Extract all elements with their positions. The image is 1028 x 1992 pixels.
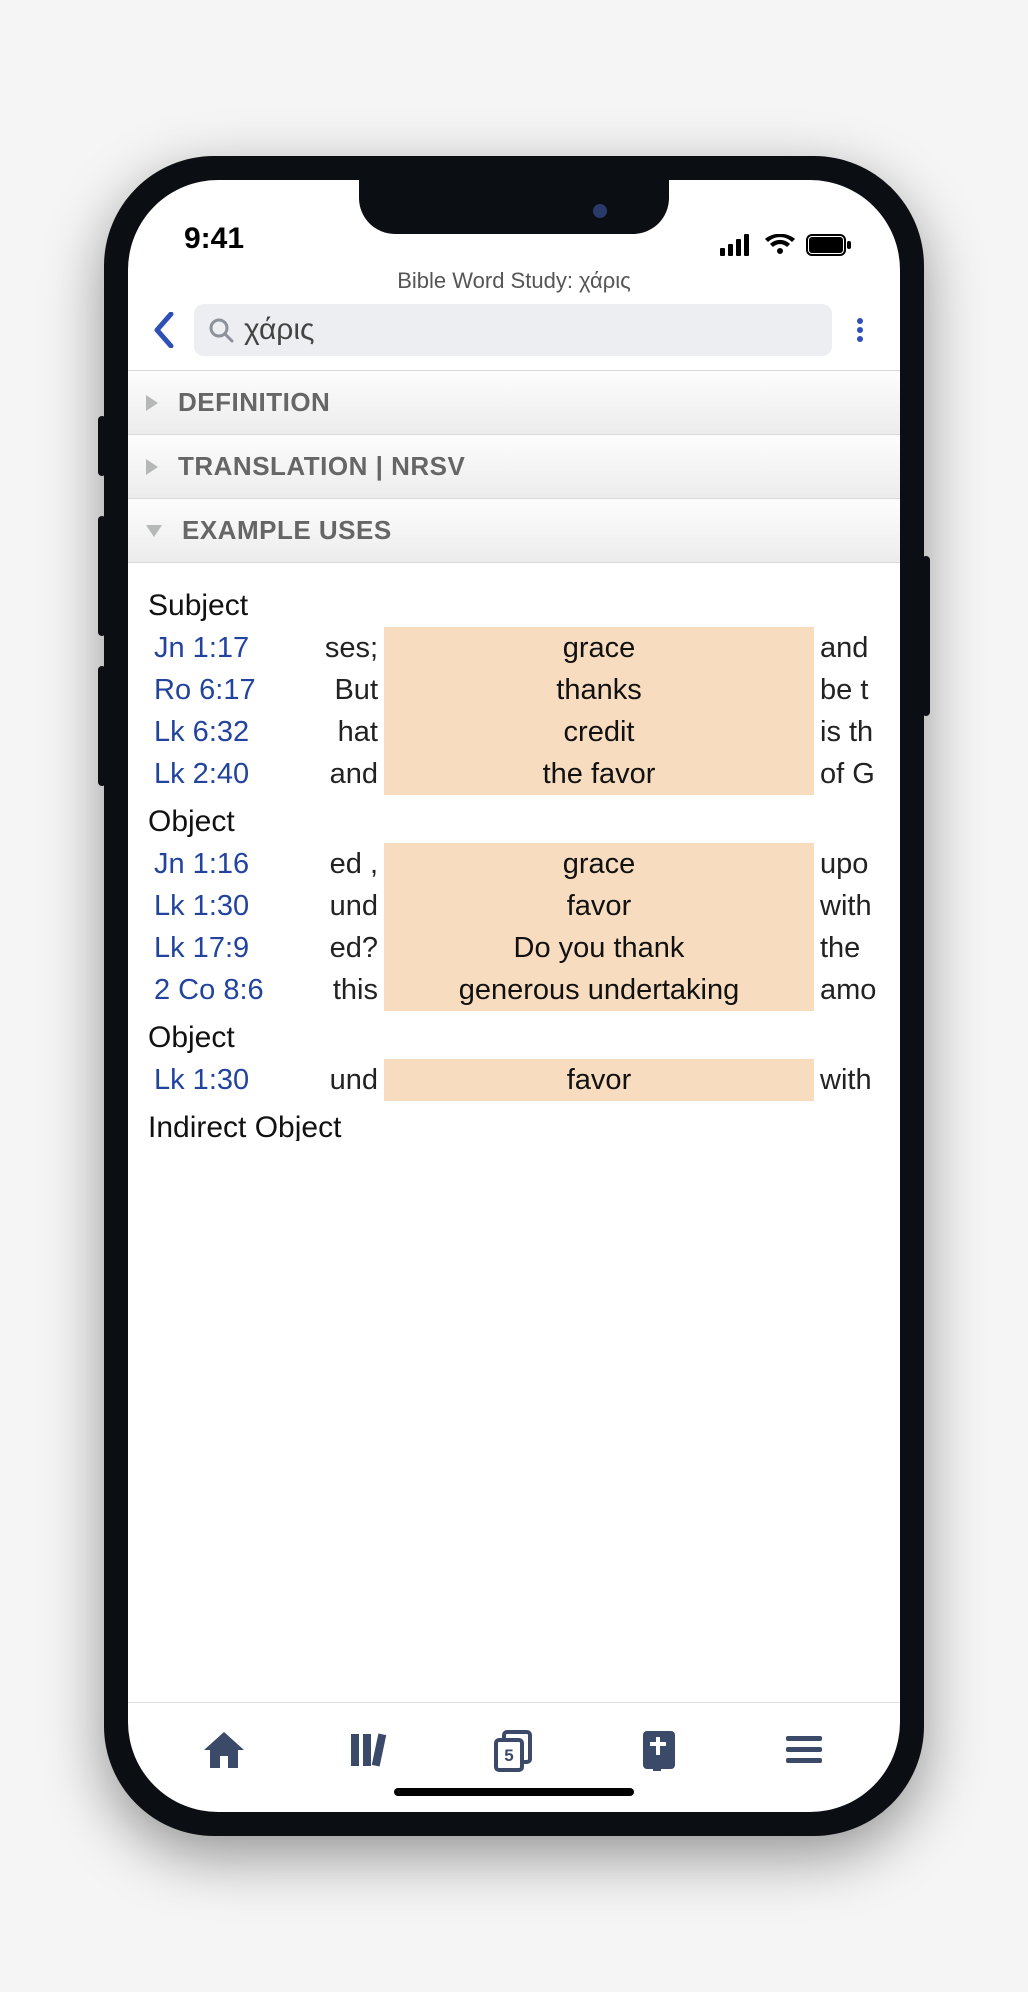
search-input[interactable]: χάρις <box>194 304 832 356</box>
search-icon <box>208 317 234 343</box>
more-button[interactable] <box>840 308 880 352</box>
verse-reference[interactable]: Lk 2:40 <box>144 753 294 795</box>
more-vertical-icon <box>857 315 863 345</box>
menu-icon <box>784 1734 824 1766</box>
chevron-left-icon <box>151 312 177 348</box>
status-time: 9:41 <box>184 222 244 256</box>
example-uses-content: SubjectJn 1:17ses;graceandRo 6:17Butthan… <box>128 563 900 1141</box>
verse-row: Lk 2:40andthe favorof G <box>144 753 884 795</box>
context-before: ed? <box>294 927 384 969</box>
section-translation[interactable]: TRANSLATION | NRSV <box>128 434 900 499</box>
verse-reference[interactable]: Ro 6:17 <box>144 669 294 711</box>
chevron-down-icon <box>146 525 162 537</box>
verse-reference[interactable]: 2 Co 8:6 <box>144 969 294 1011</box>
context-after: with <box>814 885 884 927</box>
verse-reference[interactable]: Lk 1:30 <box>144 885 294 927</box>
context-after: upo <box>814 843 884 885</box>
section-example-uses[interactable]: EXAMPLE USES <box>128 498 900 563</box>
highlighted-term: favor <box>384 1059 814 1101</box>
context-after: the <box>814 927 884 969</box>
chevron-right-icon <box>146 395 158 411</box>
nav-home[interactable] <box>196 1722 252 1778</box>
verse-row: 2 Co 8:6thisgenerous undertakingamo <box>144 969 884 1011</box>
nav-library[interactable] <box>341 1722 397 1778</box>
verse-reference[interactable]: Jn 1:17 <box>144 627 294 669</box>
side-button <box>98 666 106 786</box>
nav-tabs[interactable]: 5 <box>486 1722 542 1778</box>
verse-row: Lk 6:32hatcreditis th <box>144 711 884 753</box>
screen: 9:41 Bible Word Study: χάρις χάρις <box>128 180 900 1812</box>
tabs-icon: 5 <box>492 1728 536 1772</box>
context-before: ses; <box>294 627 384 669</box>
group-title: Subject <box>148 589 884 623</box>
section-label: TRANSLATION | NRSV <box>178 451 465 482</box>
verse-row: Lk 1:30undfavorwith <box>144 885 884 927</box>
context-before: But <box>294 669 384 711</box>
wifi-icon <box>764 234 796 256</box>
context-after: be t <box>814 669 884 711</box>
status-right <box>720 234 852 256</box>
highlighted-term: generous undertaking <box>384 969 814 1011</box>
context-after: with <box>814 1059 884 1101</box>
section-label: DEFINITION <box>178 387 330 418</box>
verse-reference[interactable]: Lk 17:9 <box>144 927 294 969</box>
home-icon <box>202 1730 246 1770</box>
highlighted-term: the favor <box>384 753 814 795</box>
search-value: χάρις <box>244 313 314 347</box>
highlighted-term: grace <box>384 843 814 885</box>
section-definition[interactable]: DEFINITION <box>128 370 900 435</box>
phone-frame: 9:41 Bible Word Study: χάρις χάρις <box>104 156 924 1836</box>
verse-row: Jn 1:16ed ,graceupo <box>144 843 884 885</box>
highlighted-term: Do you thank <box>384 927 814 969</box>
nav-bible[interactable] <box>631 1722 687 1778</box>
context-before: and <box>294 753 384 795</box>
context-after: and <box>814 627 884 669</box>
context-after: amo <box>814 969 884 1011</box>
bible-icon <box>641 1729 677 1771</box>
verse-reference[interactable]: Lk 6:32 <box>144 711 294 753</box>
context-before: und <box>294 1059 384 1101</box>
context-before: und <box>294 885 384 927</box>
battery-icon <box>806 234 852 256</box>
context-after: is th <box>814 711 884 753</box>
group-title: Indirect Object <box>148 1111 884 1140</box>
group-title: Object <box>148 805 884 839</box>
verse-row: Jn 1:17ses;graceand <box>144 627 884 669</box>
context-after: of G <box>814 753 884 795</box>
home-indicator[interactable] <box>394 1788 634 1796</box>
section-label: EXAMPLE USES <box>182 515 392 546</box>
highlighted-term: thanks <box>384 669 814 711</box>
notch <box>359 180 669 234</box>
library-icon <box>347 1730 391 1770</box>
page-title: Bible Word Study: χάρις <box>128 260 900 304</box>
side-button <box>922 556 930 716</box>
nav-menu[interactable] <box>776 1722 832 1778</box>
side-button <box>98 416 106 476</box>
highlighted-term: credit <box>384 711 814 753</box>
search-row: χάρις <box>128 304 900 370</box>
context-before: this <box>294 969 384 1011</box>
verse-row: Lk 1:30undfavorwith <box>144 1059 884 1101</box>
highlighted-term: favor <box>384 885 814 927</box>
verse-row: Ro 6:17Butthanksbe t <box>144 669 884 711</box>
cell-signal-icon <box>720 234 754 256</box>
context-before: hat <box>294 711 384 753</box>
verse-reference[interactable]: Jn 1:16 <box>144 843 294 885</box>
chevron-right-icon <box>146 459 158 475</box>
highlighted-term: grace <box>384 627 814 669</box>
back-button[interactable] <box>142 308 186 352</box>
context-before: ed , <box>294 843 384 885</box>
side-button <box>98 516 106 636</box>
verse-reference[interactable]: Lk 1:30 <box>144 1059 294 1101</box>
group-title: Object <box>148 1021 884 1055</box>
verse-row: Lk 17:9ed?Do you thankthe <box>144 927 884 969</box>
svg-text:5: 5 <box>504 1746 513 1765</box>
